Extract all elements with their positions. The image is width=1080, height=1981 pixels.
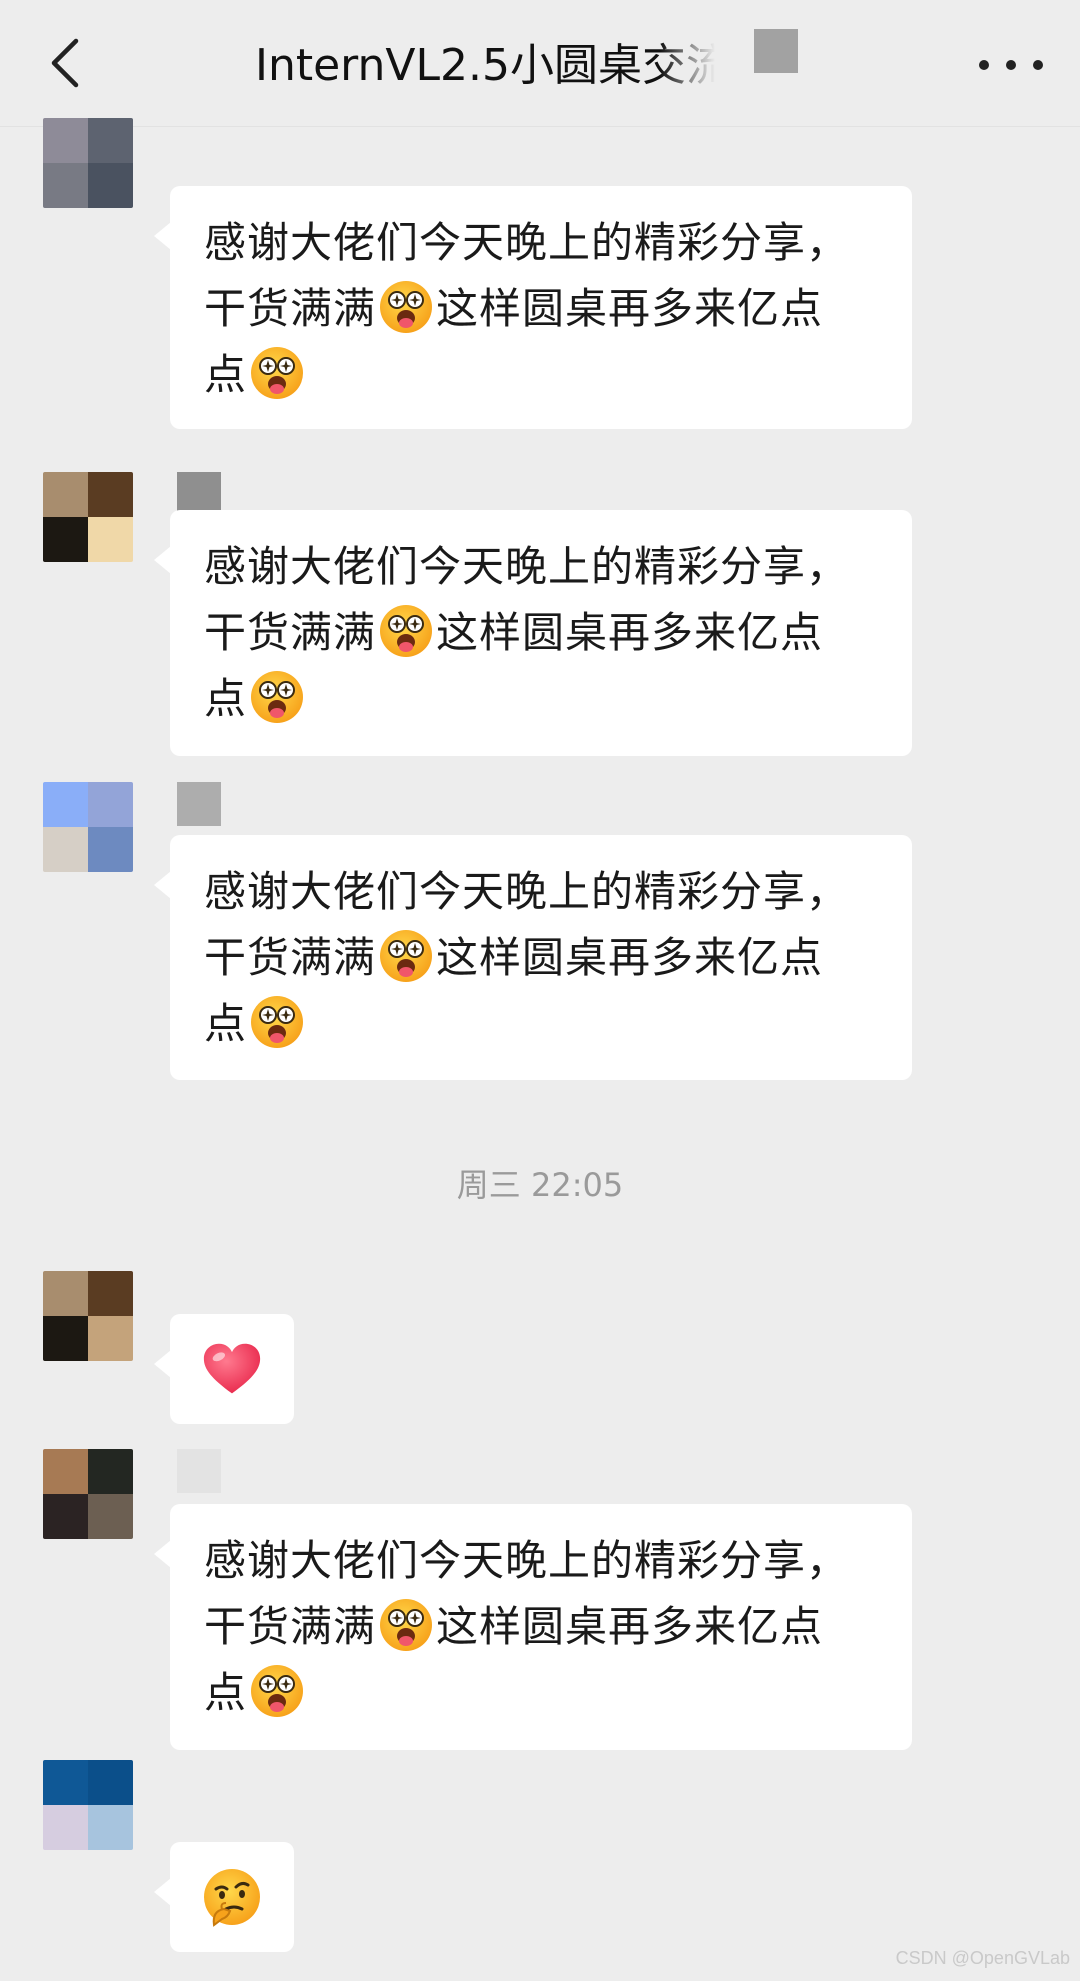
sticker-bubble[interactable] (154, 1314, 294, 1424)
starstruck-tongue-emoji-icon (249, 345, 305, 401)
title-redaction-mosaic (754, 29, 798, 73)
message-text: 点 (204, 350, 248, 399)
starstruck-tongue-emoji-icon (378, 279, 434, 335)
avatar[interactable] (43, 118, 133, 208)
starstruck-tongue-emoji-icon (249, 994, 305, 1050)
red-heart-emoji-icon (202, 1342, 262, 1396)
thinking-face-emoji-icon (200, 1865, 264, 1929)
watermark: CSDN @OpenGVLab (895, 1948, 1070, 1968)
message-text: 感谢大佬们今天晚上的精彩分享， (204, 1536, 850, 1585)
starstruck-tongue-emoji-icon (378, 1597, 434, 1653)
message-bubble[interactable]: 感谢大佬们今天晚上的精彩分享， 干货满满 这样圆桌再多来亿点 点 (154, 1504, 912, 1750)
avatar[interactable] (43, 1760, 133, 1850)
message-text: 点 (204, 674, 248, 723)
message-text: 这样圆桌再多来亿点 (436, 284, 824, 333)
chat-message-list[interactable]: 感谢大佬们今天晚上的精彩分享， 干货满满 这样圆桌再多来亿点 点 感谢大佬们今天晚… (0, 118, 1080, 1981)
starstruck-tongue-emoji-icon (378, 928, 434, 984)
avatar[interactable] (43, 1271, 133, 1361)
message-bubble[interactable]: 感谢大佬们今天晚上的精彩分享， 干货满满 这样圆桌再多来亿点 点 (154, 510, 912, 756)
message-text: 这样圆桌再多来亿点 (436, 933, 824, 982)
more-dots-icon (979, 60, 1043, 70)
message-text: 感谢大佬们今天晚上的精彩分享， (204, 867, 850, 916)
message-text: 干货满满 (204, 284, 377, 333)
avatar[interactable] (43, 782, 133, 872)
message-bubble[interactable]: 感谢大佬们今天晚上的精彩分享， 干货满满 这样圆桌再多来亿点 点 (154, 835, 912, 1080)
message-text: 干货满满 (204, 933, 377, 982)
message-text: 感谢大佬们今天晚上的精彩分享， (204, 218, 850, 267)
starstruck-tongue-emoji-icon (249, 1663, 305, 1719)
message-text: 感谢大佬们今天晚上的精彩分享， (204, 542, 850, 591)
message-bubble[interactable]: 感谢大佬们今天晚上的精彩分享， 干货满满 这样圆桌再多来亿点 点 (154, 186, 912, 429)
message-text: 点 (204, 1668, 248, 1717)
sticker-bubble[interactable] (154, 1842, 294, 1952)
message-text: 干货满满 (204, 1602, 377, 1651)
chat-title: InternVL2.5小圆桌交流 (255, 40, 715, 91)
avatar[interactable] (43, 472, 133, 562)
sender-name-redacted (177, 1449, 221, 1493)
back-button[interactable] (30, 28, 100, 98)
chevron-left-icon (51, 38, 79, 88)
avatar[interactable] (43, 1449, 133, 1539)
starstruck-tongue-emoji-icon (249, 669, 305, 725)
message-text: 点 (204, 999, 248, 1048)
message-text: 这样圆桌再多来亿点 (436, 608, 824, 657)
chat-header: InternVL2.5小圆桌交流 (0, 0, 1080, 127)
starstruck-tongue-emoji-icon (378, 603, 434, 659)
more-options-button[interactable] (966, 40, 1056, 90)
message-text: 干货满满 (204, 608, 377, 657)
message-text: 这样圆桌再多来亿点 (436, 1602, 824, 1651)
sender-name-redacted (177, 782, 221, 826)
time-divider: 周三 22:05 (456, 1166, 624, 1204)
